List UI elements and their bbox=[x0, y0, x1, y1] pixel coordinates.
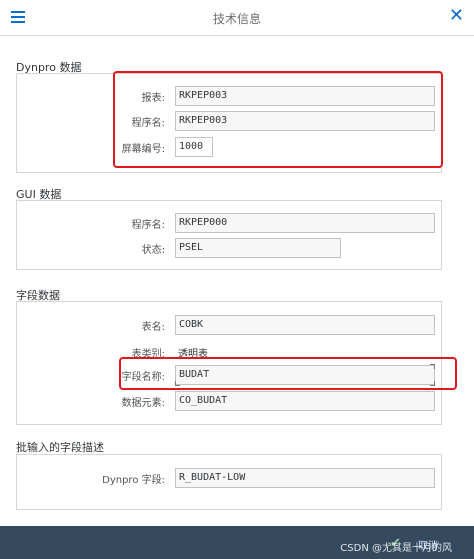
dialog-title: 技术信息 bbox=[212, 12, 261, 26]
close-icon[interactable]: ✕ bbox=[449, 7, 464, 25]
field-label: 表名: bbox=[141, 322, 165, 333]
data-element-field[interactable]: CO_BUDAT bbox=[175, 391, 435, 411]
gui-program-field[interactable]: RKPEP000 bbox=[175, 213, 435, 233]
watermark: CSDN @尤其是十月的风 bbox=[340, 543, 452, 554]
field-row-gui-program: 程序名: RKPEP000 bbox=[17, 213, 441, 233]
highlight-box bbox=[113, 71, 443, 168]
field-row-status: 状态: PSEL bbox=[17, 238, 441, 258]
highlight-box bbox=[119, 357, 457, 390]
section-gui: 程序名: RKPEP000 状态: PSEL bbox=[16, 200, 442, 270]
section-title-batch: 批输入的字段描述 bbox=[16, 441, 104, 454]
field-label: Dynpro 字段: bbox=[102, 475, 165, 486]
dialog-header: 技术信息 ✕ bbox=[0, 0, 474, 36]
table-name-field[interactable]: COBK bbox=[175, 315, 435, 335]
status-field[interactable]: PSEL bbox=[175, 238, 341, 258]
field-label: 程序名: bbox=[131, 220, 165, 231]
dialog-footer: ✔ 取消 CSDN @尤其是十月的风 bbox=[0, 526, 474, 559]
field-label: 数据元素: bbox=[121, 398, 165, 409]
field-row-table-name: 表名: COBK bbox=[17, 315, 441, 335]
dynpro-field-field[interactable]: R_BUDAT-LOW bbox=[175, 468, 435, 488]
field-row-data-element: 数据元素: CO_BUDAT bbox=[17, 391, 441, 411]
field-label: 状态: bbox=[141, 245, 165, 256]
section-batch: Dynpro 字段: R_BUDAT-LOW bbox=[16, 454, 442, 510]
field-row-dynpro-field: Dynpro 字段: R_BUDAT-LOW bbox=[17, 468, 441, 488]
